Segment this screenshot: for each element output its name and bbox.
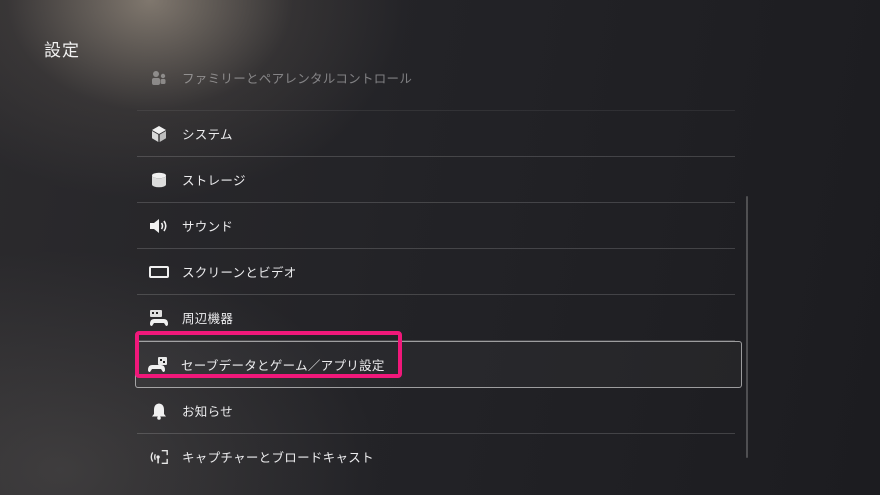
settings-item-label: ファミリーとペアレンタルコントロール xyxy=(182,71,413,86)
screen-icon xyxy=(149,262,169,282)
scrollbar[interactable] xyxy=(746,196,748,458)
settings-item-system[interactable]: システム xyxy=(137,111,735,157)
settings-list: ファミリーとペアレンタルコントロール システム ストレージ サウンド スクリーン… xyxy=(135,65,742,479)
capture-icon xyxy=(149,447,169,467)
speaker-icon xyxy=(149,216,169,236)
settings-item-storage[interactable]: ストレージ xyxy=(137,157,735,203)
highlight-annotation xyxy=(135,331,402,378)
settings-item-label: キャプチャーとブロードキャスト xyxy=(182,450,374,465)
accessories-icon xyxy=(149,308,169,328)
page-title: 設定 xyxy=(44,41,80,61)
settings-item-notifications[interactable]: お知らせ xyxy=(137,388,735,434)
settings-item-label: 周辺機器 xyxy=(182,311,234,326)
settings-item-screen-video[interactable]: スクリーンとビデオ xyxy=(137,249,735,295)
settings-item-label: ストレージ xyxy=(182,173,246,188)
family-icon xyxy=(149,68,169,88)
settings-item-label: サウンド xyxy=(182,219,234,234)
settings-item-label: スクリーンとビデオ xyxy=(182,265,297,280)
bell-icon xyxy=(149,401,169,421)
settings-item-family[interactable]: ファミリーとペアレンタルコントロール xyxy=(137,65,735,111)
storage-icon xyxy=(149,170,169,190)
settings-item-label: お知らせ xyxy=(182,404,233,419)
system-cube-icon xyxy=(149,124,169,144)
settings-item-label: システム xyxy=(182,127,233,142)
settings-item-capture[interactable]: キャプチャーとブロードキャスト xyxy=(137,434,735,479)
settings-item-sound[interactable]: サウンド xyxy=(137,203,735,249)
